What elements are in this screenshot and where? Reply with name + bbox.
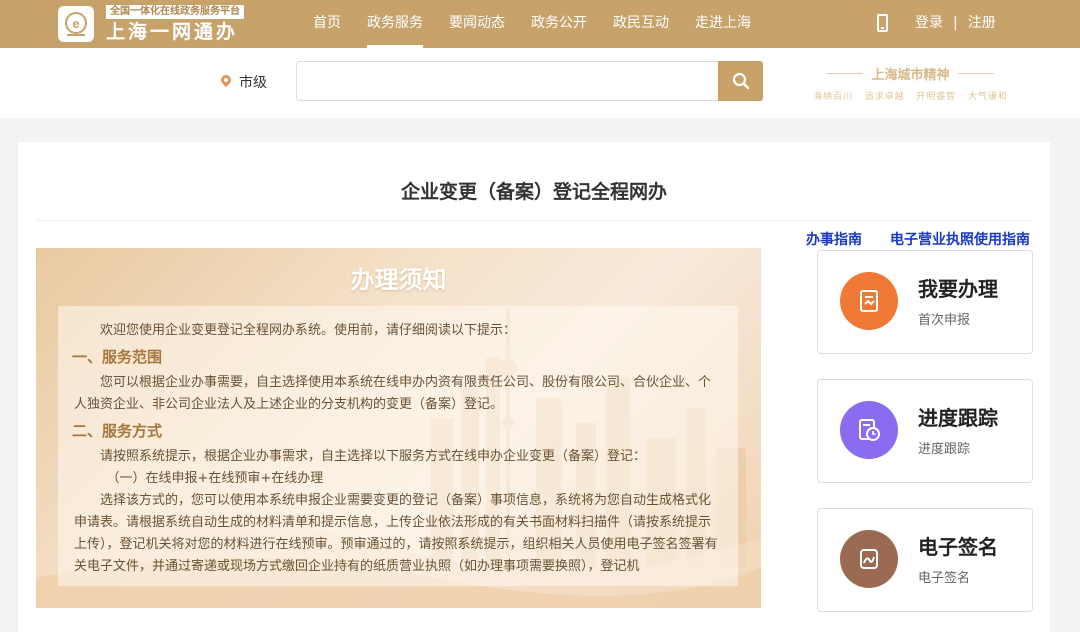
- progress-card[interactable]: 进度跟踪 进度跟踪: [817, 379, 1033, 483]
- clock-doc-icon: [840, 401, 898, 459]
- city-spirit-title: 上海城市精神: [808, 64, 1013, 83]
- method-option-1-text: 选择该方式的，您可以使用本系统申报企业需要变更的登记（备案）事项信息，系统将为您…: [74, 493, 718, 574]
- location-selector[interactable]: 市级: [239, 72, 267, 92]
- apply-title: 我要办理: [918, 277, 998, 301]
- nav-home[interactable]: 首页: [300, 0, 354, 48]
- section-scope-text: 您可以根据企业办事需要，自主选择使用本系统在线申办内资有限责任公司、股份有限公司…: [74, 375, 712, 412]
- section-method-title: 二、服务方式: [72, 422, 163, 440]
- notice-body[interactable]: 欢迎您使用企业变更登记全程网办系统。使用前，请仔细阅读以下提示： 一、服务范围 …: [58, 306, 738, 586]
- search-icon: [732, 72, 749, 90]
- logo-icon[interactable]: e: [58, 6, 94, 42]
- logo-title[interactable]: 上海一网通办: [106, 20, 238, 44]
- apply-card[interactable]: 我要办理 首次申报: [817, 250, 1033, 354]
- e-signature-card[interactable]: 电子签名 电子签名: [817, 508, 1033, 612]
- section-method-text: 请按照系统提示，根据企业办事需求，自主选择以下服务方式在线申办企业变更（备案）登…: [100, 449, 647, 464]
- progress-title: 进度跟踪: [918, 406, 998, 430]
- top-navbar: e 全国一体化在线政务服务平台 上海一网通办 首页 政务服务 要闻动态 政务公开…: [0, 0, 1080, 48]
- signature-icon: [840, 530, 898, 588]
- main-nav: 首页 政务服务 要闻动态 政务公开 政民互动 走进上海: [300, 0, 764, 48]
- notice-heading: 办理须知: [350, 266, 447, 294]
- svg-text:e: e: [72, 16, 79, 31]
- progress-subtitle: 进度跟踪: [918, 442, 971, 457]
- e-signature-title: 电子签名: [918, 535, 998, 559]
- page-title: 企业变更（备案）登记全程网办: [400, 181, 667, 203]
- auth-separator: |: [953, 15, 958, 31]
- city-spirit-banner: 上海城市精神 海纳百川 · 追求卓越 · 开明睿智 · 大气谦和: [808, 64, 1013, 102]
- nav-interaction[interactable]: 政民互动: [600, 0, 682, 48]
- guide-links: 办事指南 电子营业执照使用指南: [806, 229, 1030, 249]
- notice-panel: 办理须知 欢迎您使用企业变更登记全程网办系统。使用前，请仔细阅读以下提示： 一、…: [36, 248, 761, 608]
- method-option-1: （一）在线申报+在线预审+在线办理: [106, 471, 324, 486]
- location-pin-icon: [218, 72, 234, 88]
- nav-public-affairs[interactable]: 政务公开: [518, 0, 600, 48]
- mobile-phone-icon[interactable]: [877, 14, 888, 32]
- nav-about-shanghai[interactable]: 走进上海: [682, 0, 764, 48]
- register-link[interactable]: 注册: [968, 0, 996, 48]
- auth-links: 登录 | 注册: [915, 0, 996, 48]
- e-signature-subtitle: 电子签名: [918, 571, 971, 586]
- notice-intro: 欢迎您使用企业变更登记全程网办系统。使用前，请仔细阅读以下提示：: [100, 323, 517, 338]
- main-content-card: 企业变更（备案）登记全程网办 办事指南 电子营业执照使用指南 办理须知 欢迎您使…: [18, 142, 1050, 632]
- search-button[interactable]: [718, 61, 763, 101]
- apply-subtitle: 首次申报: [918, 313, 971, 328]
- e-license-guide-link[interactable]: 电子营业执照使用指南: [890, 229, 1030, 249]
- form-edit-icon: [840, 272, 898, 330]
- title-divider: [36, 220, 1032, 221]
- logo-subtitle: 全国一体化在线政务服务平台: [106, 5, 244, 19]
- service-guide-link[interactable]: 办事指南: [806, 229, 862, 249]
- section-scope-title: 一、服务范围: [72, 348, 163, 366]
- city-spirit-words: 海纳百川 · 追求卓越 · 开明睿智 · 大气谦和: [813, 92, 1008, 102]
- nav-government-services[interactable]: 政务服务: [354, 0, 436, 48]
- nav-news[interactable]: 要闻动态: [436, 0, 518, 48]
- login-link[interactable]: 登录: [915, 0, 943, 48]
- search-input[interactable]: [296, 61, 718, 101]
